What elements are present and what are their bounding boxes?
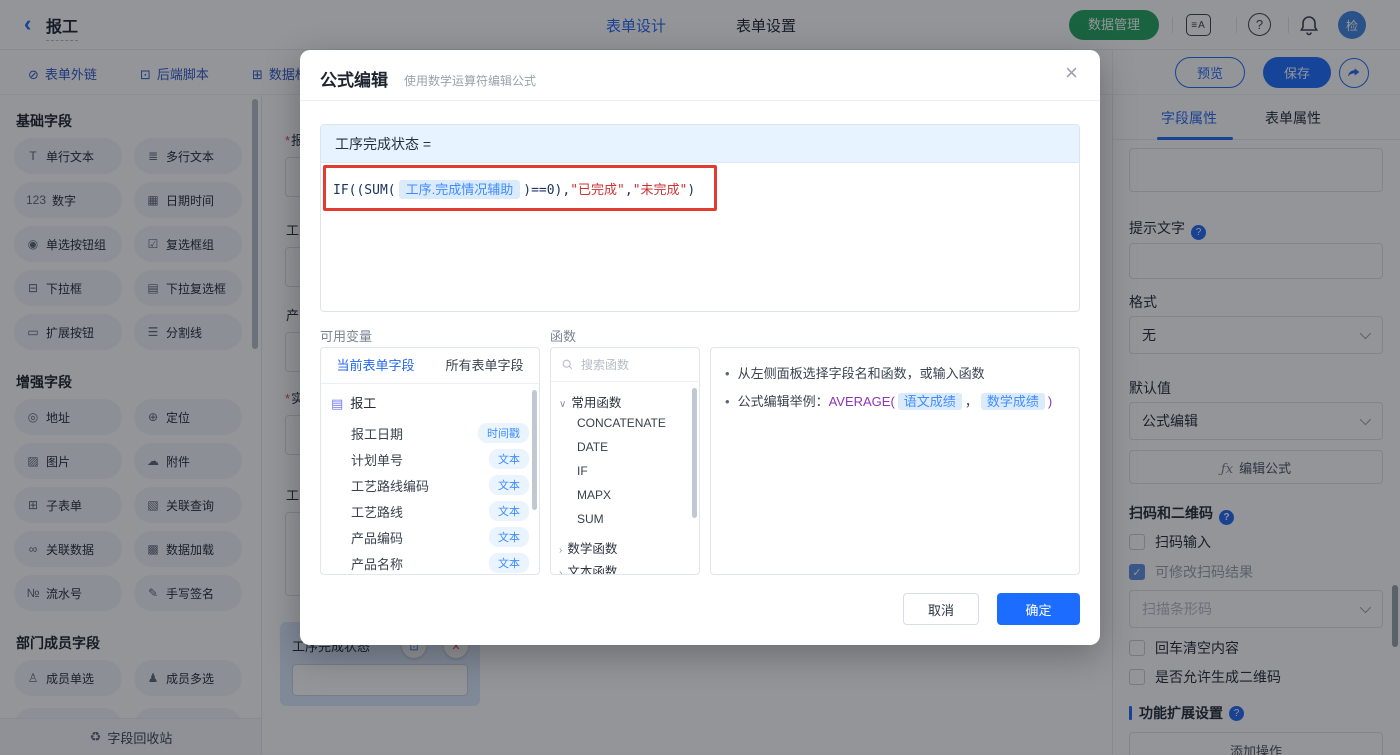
- field-type-badge: 文本: [489, 553, 529, 573]
- form-doc-icon: ▤: [331, 396, 344, 411]
- cancel-button[interactable]: 取消: [903, 593, 979, 625]
- example-variable-chip: 语文成绩: [897, 393, 962, 410]
- variables-scrollbar[interactable]: [532, 390, 537, 510]
- formula-code: ,: [624, 183, 633, 198]
- close-icon[interactable]: ×: [1065, 62, 1078, 84]
- formula-code: IF((SUM(: [333, 183, 396, 198]
- chevron-right-icon: ›: [559, 568, 563, 575]
- help-tip-1: • 从左侧面板选择字段名和函数，或输入函数: [725, 366, 985, 381]
- functions-panel: 搜索函数 ∨ 常用函数 CONCATENATE DATE IF MAPX SUM …: [550, 347, 700, 575]
- variables-tree-root[interactable]: ▤ 报工: [331, 393, 376, 412]
- function-item[interactable]: IF: [577, 464, 588, 478]
- function-item[interactable]: DATE: [577, 440, 608, 454]
- field-type-badge: 文本: [489, 449, 529, 469]
- divider: [300, 100, 1100, 101]
- variables-label: 可用变量: [320, 329, 373, 344]
- modal-title: 公式编辑: [320, 71, 388, 90]
- field-type-badge: 文本: [489, 501, 529, 521]
- function-group-common[interactable]: ∨ 常用函数: [559, 392, 621, 411]
- confirm-button[interactable]: 确定: [997, 593, 1080, 625]
- functions-scrollbar[interactable]: [692, 388, 697, 518]
- function-item[interactable]: CONCATENATE: [577, 416, 666, 430]
- function-item[interactable]: MAPX: [577, 488, 611, 502]
- tab-all-form-fields[interactable]: 所有表单字段: [430, 348, 539, 383]
- variable-field-row[interactable]: 报工日期 时间戳: [351, 420, 529, 446]
- search-icon: [562, 359, 573, 370]
- function-group-math[interactable]: › 数学函数: [559, 538, 617, 557]
- field-type-badge: 文本: [489, 475, 529, 495]
- variable-field-row[interactable]: 产品名称 文本: [351, 550, 529, 574]
- function-group-text[interactable]: › 文本函数: [559, 561, 617, 575]
- function-item[interactable]: SUM: [577, 512, 604, 526]
- field-type-badge: 文本: [489, 527, 529, 547]
- formula-editor-modal: 公式编辑 使用数学运算符编辑公式 × 工序完成状态 = IF((SUM(工序.完…: [300, 50, 1100, 645]
- help-tip-2: • 公式编辑举例：AVERAGE(语文成绩，数学成绩): [725, 393, 1053, 410]
- formula-variable-chip[interactable]: 工序.完成情况辅助: [398, 180, 521, 199]
- chevron-down-icon: ∨: [559, 399, 567, 410]
- formula-target-field: 工序完成状态 =: [321, 125, 1079, 163]
- example-function-open: AVERAGE(: [828, 394, 895, 409]
- formula-string: "未完成": [632, 183, 688, 198]
- tab-current-form-fields[interactable]: 当前表单字段: [321, 348, 430, 383]
- modal-subtitle: 使用数学运算符编辑公式: [404, 74, 537, 88]
- formula-code: )==0),: [523, 183, 571, 198]
- variables-panel: 当前表单字段 所有表单字段 ▤ 报工 报工日期 时间戳 计划单号 文本 工艺路线…: [320, 347, 540, 575]
- functions-label: 函数: [550, 329, 577, 344]
- example-variable-chip: 数学成绩: [980, 393, 1045, 410]
- variable-field-row[interactable]: 计划单号 文本: [351, 446, 529, 472]
- variable-field-row[interactable]: 工艺路线 文本: [351, 498, 529, 524]
- app-root: ‹ 报工 表单设计 表单设置 数据管理 ≡A ? 检 ⊘ 表单外链 ⊡ 后端脚本 ⊞…: [0, 0, 1400, 755]
- example-function-close: ): [1047, 394, 1053, 409]
- formula-code: ): [687, 183, 696, 198]
- field-type-badge: 时间戳: [478, 423, 529, 443]
- chevron-right-icon: ›: [559, 545, 563, 556]
- formula-expression[interactable]: IF((SUM(工序.完成情况辅助)==0),"已完成","未完成"): [333, 179, 696, 199]
- formula-string: "已完成": [570, 183, 625, 198]
- search-placeholder: 搜索函数: [581, 358, 630, 372]
- function-search[interactable]: 搜索函数: [551, 348, 699, 382]
- help-panel: • 从左侧面板选择字段名和函数，或输入函数 • 公式编辑举例：AVERAGE(语文成…: [710, 347, 1080, 575]
- formula-editor[interactable]: 工序完成状态 = IF((SUM(工序.完成情况辅助)==0),"已完成","未…: [320, 124, 1080, 312]
- variable-field-row[interactable]: 产品编码 文本: [351, 524, 529, 550]
- variable-field-row[interactable]: 工艺路线编码 文本: [351, 472, 529, 498]
- variables-tabs: 当前表单字段 所有表单字段: [321, 348, 539, 384]
